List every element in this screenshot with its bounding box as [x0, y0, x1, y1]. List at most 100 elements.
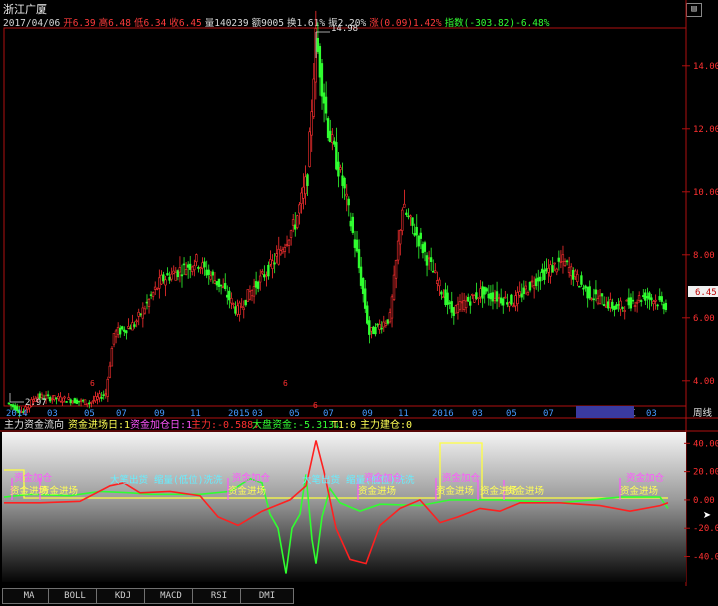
- candle-down: [145, 301, 149, 304]
- candle-down: [343, 177, 346, 189]
- tab-macd[interactable]: MACD: [144, 588, 198, 604]
- candle-down: [588, 286, 591, 299]
- tab-dmi[interactable]: DMI: [240, 588, 294, 604]
- period-label[interactable]: 周线: [693, 407, 713, 419]
- candle-down: [203, 261, 206, 268]
- candle-up: [252, 286, 256, 297]
- candle-up: [532, 285, 536, 289]
- candle-up: [569, 266, 573, 277]
- candle-down: [186, 264, 190, 268]
- legend-item-jinchang: 资金进场日:1: [68, 418, 130, 431]
- candle-up: [524, 285, 528, 290]
- candle-down: [528, 282, 532, 291]
- candle-up: [240, 306, 243, 308]
- candle-up: [553, 262, 556, 265]
- legend-item-market-funds: 大盘资金:-5.313↓: [252, 418, 340, 431]
- candle-down: [180, 274, 184, 277]
- candle-up: [390, 296, 394, 319]
- candle-down: [55, 397, 58, 400]
- candle-up: [396, 240, 400, 261]
- candle-down: [273, 262, 276, 265]
- candle-down: [452, 307, 455, 316]
- candle-down: [341, 175, 344, 186]
- tab-rsi[interactable]: RSI: [192, 588, 246, 604]
- candle-down: [520, 293, 523, 298]
- candle-up: [471, 293, 474, 296]
- price-tick-label: 14.00: [693, 62, 718, 72]
- candle-down: [631, 299, 635, 302]
- candle-down: [129, 327, 132, 330]
- candle-up: [298, 204, 301, 214]
- candle-up: [526, 292, 530, 296]
- candle-up: [574, 270, 577, 278]
- jiacang-label: 资金加仓: [442, 472, 481, 484]
- candle-down: [468, 301, 472, 306]
- tab-boll[interactable]: BOLL: [48, 588, 102, 604]
- candle-down: [166, 273, 169, 276]
- jiacang-label: 资金加仓: [232, 472, 271, 484]
- peak-price-label: 14.98: [331, 24, 358, 34]
- candle-up: [53, 395, 56, 400]
- candle-up: [201, 262, 204, 269]
- candle-down: [123, 329, 126, 332]
- candle-up: [555, 268, 558, 273]
- time-axis-label: 09: [362, 409, 373, 419]
- candle-down: [219, 284, 223, 287]
- candle-up: [269, 259, 272, 265]
- candle-up: [94, 396, 97, 402]
- candle-up: [265, 274, 268, 277]
- candle-up: [596, 298, 600, 304]
- candle-down: [149, 294, 153, 296]
- candle-up: [57, 395, 60, 400]
- candle-up: [493, 297, 497, 302]
- candle-up: [172, 270, 175, 274]
- jinchang-label: 资金进场: [228, 485, 266, 497]
- candle-up: [246, 289, 249, 302]
- candle-up: [50, 398, 54, 401]
- candle-up: [248, 291, 252, 300]
- candle-down: [120, 326, 124, 330]
- candle-up: [530, 280, 534, 283]
- candle-down: [48, 397, 52, 402]
- candle-up: [384, 323, 387, 326]
- candle-down: [366, 305, 369, 324]
- candle-up: [508, 302, 511, 307]
- tab-kdj[interactable]: KDJ: [96, 588, 150, 604]
- candle-up: [143, 308, 147, 314]
- candle-up: [96, 396, 99, 400]
- candle-up: [277, 248, 280, 265]
- candle-down: [415, 226, 418, 236]
- time-axis-label: 2015: [228, 409, 250, 419]
- jinchang-label: 资金进场: [436, 485, 474, 497]
- legend-item-jiacang: 资金加仓日:1: [130, 418, 192, 431]
- candle-down: [322, 92, 326, 104]
- stock-chart-window: 浙江广厦 ▤ 2017/04/06 开6.39 高6.48 低6.34 收6.45 量14…: [0, 0, 718, 606]
- candle-up: [304, 176, 307, 195]
- indicator-tick-label: -20.00: [693, 524, 718, 534]
- candle-down: [499, 297, 503, 304]
- candle-up: [460, 301, 464, 304]
- candle-up: [378, 324, 381, 330]
- candle-up: [635, 301, 639, 304]
- chart-canvas[interactable]: 14.00 12.00 10.00 8.00 6.00 4.00 14.98 2.97 6…: [0, 0, 718, 606]
- candle-up: [392, 274, 396, 301]
- candle-down: [335, 142, 338, 170]
- candle-up: [90, 401, 93, 404]
- indicator-legend: 主力资金流向 资金进场日:1 资金加仓日:1 主力:-0.588↓ 大盘资金:-…: [4, 418, 412, 431]
- candle-up: [302, 186, 305, 199]
- candle-down: [481, 286, 484, 299]
- candle-up: [147, 299, 151, 307]
- candle-down: [522, 287, 525, 295]
- price-panel-frame: [3, 27, 687, 407]
- indicator-background: [2, 432, 686, 582]
- candle-down: [475, 292, 478, 299]
- indicator-name[interactable]: 主力资金流向: [4, 418, 64, 431]
- indicator-tick-label: 20.00: [693, 468, 718, 478]
- candle-down: [541, 268, 544, 273]
- candle-down: [357, 249, 361, 269]
- suoliang-label: 缩量(低位)洗洗: [154, 474, 223, 486]
- candle-down: [46, 394, 50, 397]
- candle-up: [135, 320, 138, 323]
- candle-down: [359, 266, 363, 286]
- candle-up: [281, 249, 284, 253]
